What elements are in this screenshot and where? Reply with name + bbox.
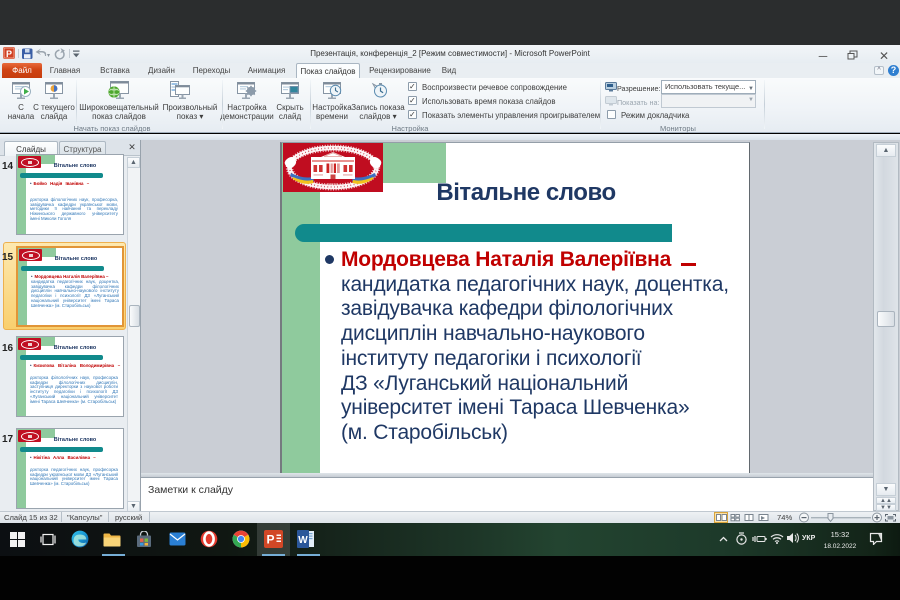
svg-text:P: P xyxy=(266,533,274,547)
svg-text:▾: ▾ xyxy=(47,53,50,59)
svg-text:P: P xyxy=(6,49,12,59)
svg-text:W: W xyxy=(298,535,308,546)
